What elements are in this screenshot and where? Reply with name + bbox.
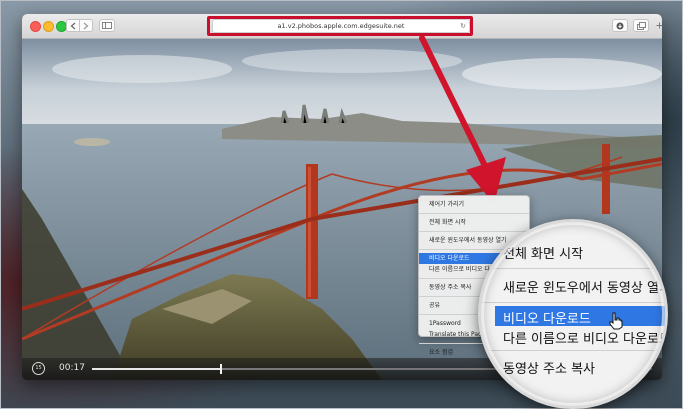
menu-item-hide-controls[interactable]: 제어기 가리기 xyxy=(419,199,529,210)
magnifier-lens-edge xyxy=(481,222,665,406)
menu-separator xyxy=(419,213,529,214)
magnifier-callout: 전체 화면 시작 새로운 윈도우에서 동영상 열기 비디오 다운로드 다른 이름… xyxy=(478,219,668,409)
magnified-menu: 전체 화면 시작 새로운 윈도우에서 동영상 열기 비디오 다운로드 다른 이름… xyxy=(481,222,665,406)
